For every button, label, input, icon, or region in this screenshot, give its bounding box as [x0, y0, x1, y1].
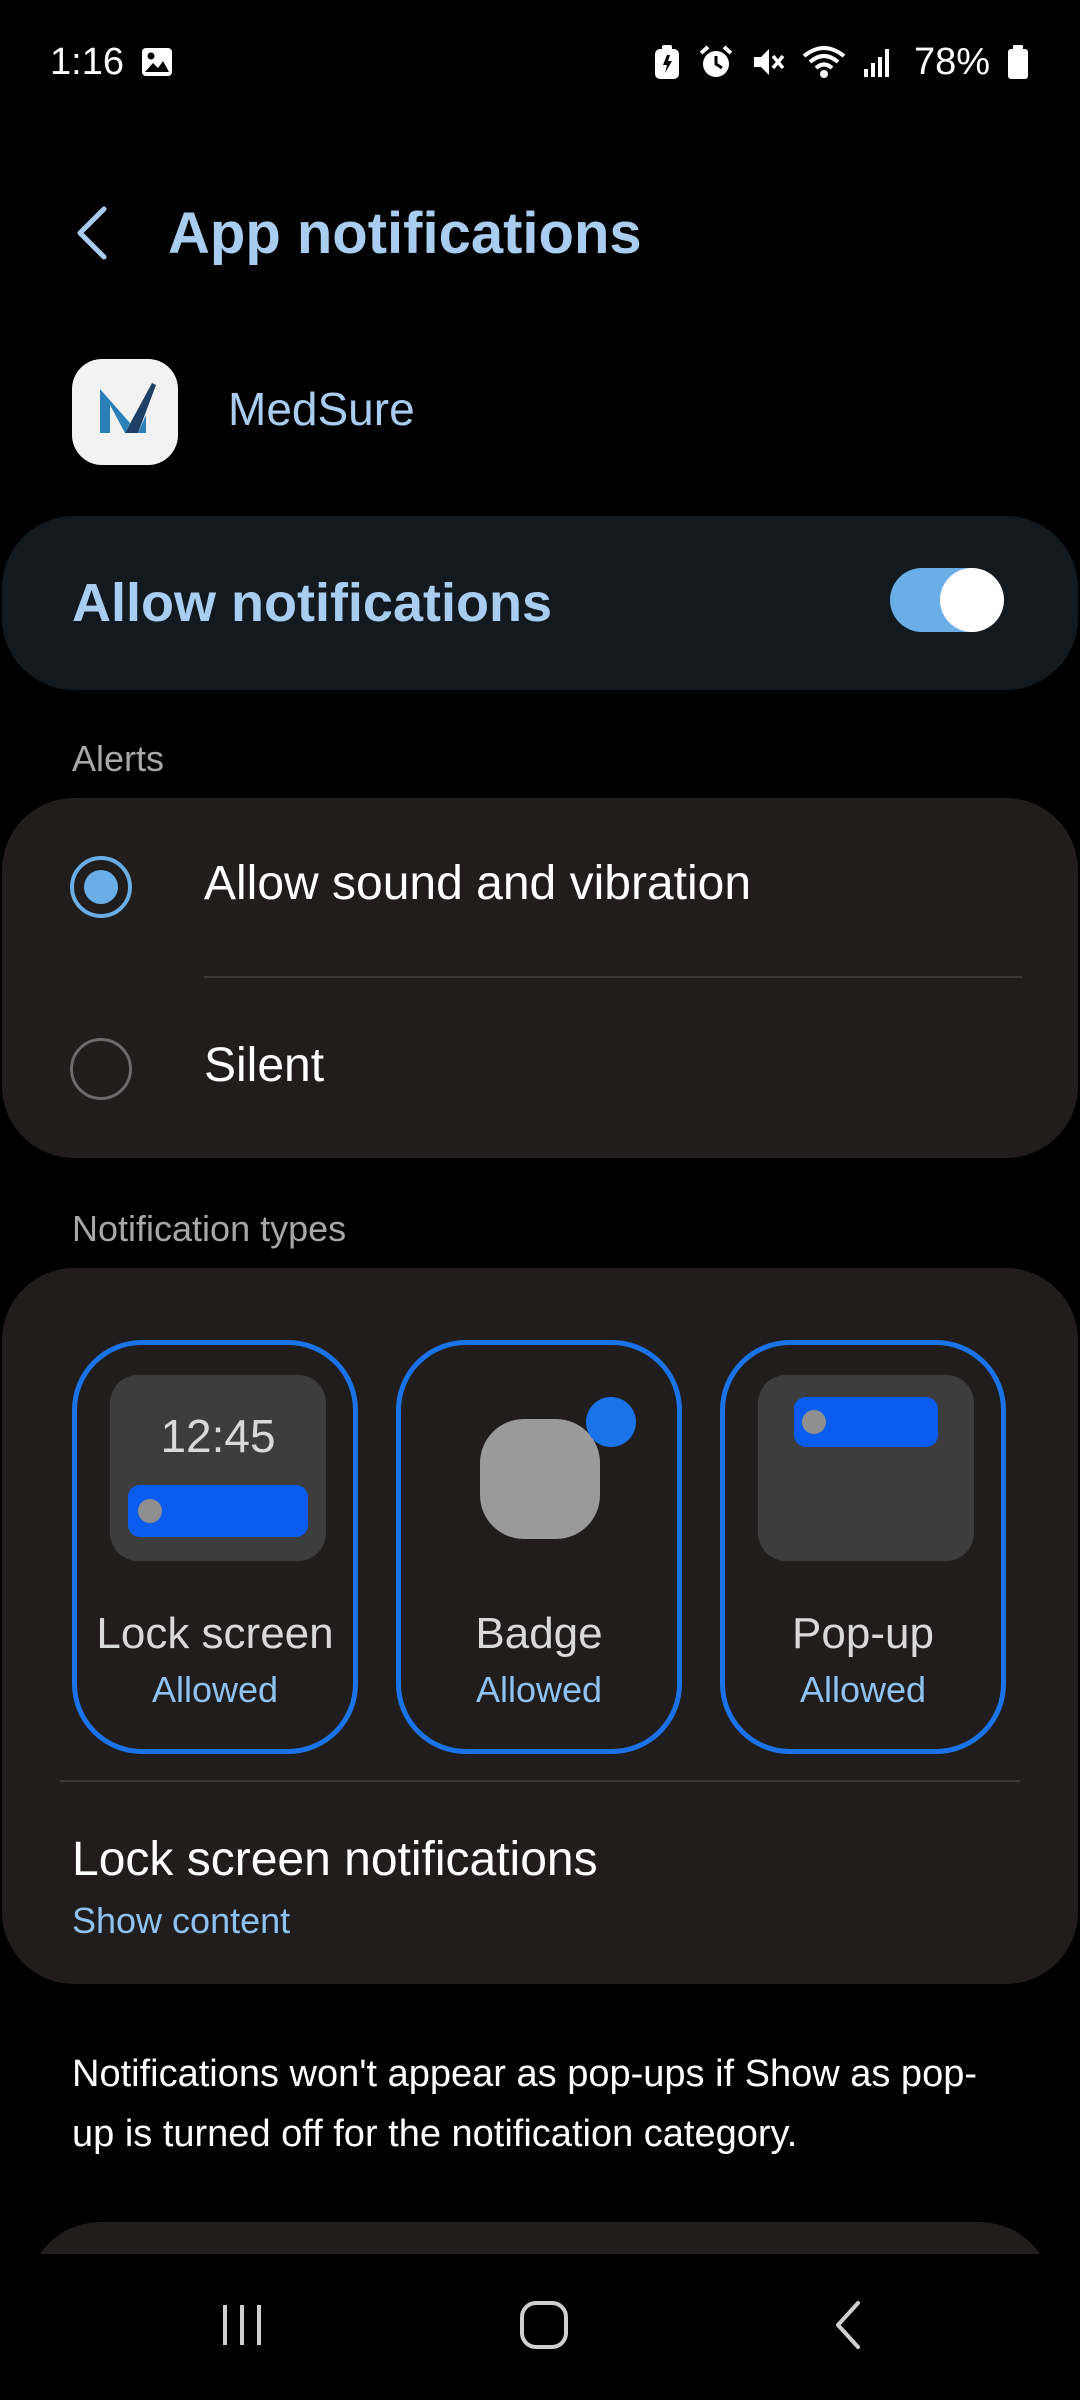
allow-notifications-row[interactable]: Allow notifications [2, 516, 1078, 690]
back-icon [828, 2299, 868, 2356]
badge-dot [586, 1397, 636, 1447]
popup-tile-status: Allowed [799, 1669, 927, 1710]
lock-screen-preview: 12:45 [110, 1375, 326, 1561]
app-icon [72, 359, 178, 465]
signal-icon [862, 45, 894, 79]
badge-preview [434, 1375, 650, 1561]
recents-button[interactable] [182, 2282, 302, 2372]
alert-option-sound-vibration[interactable]: Allow sound and vibration [2, 798, 1078, 978]
radio-silent[interactable] [70, 1038, 132, 1100]
status-time: 1:16 [50, 40, 124, 83]
navigation-bar [0, 2254, 1080, 2400]
allow-notifications-toggle[interactable] [890, 568, 1004, 632]
status-left: 1:16 [50, 41, 174, 84]
lock-screen-tile[interactable]: 12:45 Lock screen Allowed [72, 1340, 358, 1754]
app-info-row: MedSure [0, 356, 1080, 466]
notification-types-card: 12:45 Lock screen Allowed Badge Allowed [2, 1268, 1078, 1984]
lock-screen-preview-bar [128, 1485, 308, 1537]
toggle-knob [940, 568, 1004, 632]
popup-preview [758, 1375, 974, 1561]
lock-screen-preview-time: 12:45 [160, 1410, 276, 1462]
badge-app-shape [480, 1419, 600, 1539]
popup-tile[interactable]: Pop-up Allowed [720, 1340, 1006, 1754]
alert-option-label: Silent [204, 1039, 325, 1092]
alert-option-label: Allow sound and vibration [204, 857, 752, 910]
chevron-left-icon [72, 203, 112, 268]
mute-icon [750, 44, 786, 80]
alarm-icon [698, 44, 734, 80]
medsure-logo-icon [90, 375, 160, 450]
status-right: 78% [652, 41, 1030, 84]
battery-saver-icon [652, 43, 682, 81]
app-notifications-screen: 1:16 78% App notifications MedSure Allow… [0, 0, 1080, 2400]
lock-screen-tile-status: Allowed [151, 1669, 279, 1710]
status-bar: 1:16 78% [0, 0, 1080, 124]
popup-footnote: Notifications won't appear as pop-ups if… [72, 2053, 977, 2155]
preview-dot [802, 1410, 826, 1434]
notification-types-header: Notification types [72, 1208, 347, 1249]
preview-dot [138, 1499, 162, 1523]
battery-icon [1006, 44, 1030, 80]
allow-notifications-label: Allow notifications [72, 573, 552, 633]
popup-preview-bar [794, 1397, 938, 1447]
lock-screen-notifications-title: Lock screen notifications [72, 1833, 598, 1886]
lock-screen-notifications-row[interactable]: Lock screen notifications Show content [2, 1782, 1078, 1982]
home-icon [518, 2299, 570, 2356]
badge-tile-label: Badge [475, 1609, 603, 1658]
nav-back-button[interactable] [788, 2282, 908, 2372]
home-button[interactable] [484, 2282, 604, 2372]
recents-icon [217, 2301, 267, 2354]
alert-option-silent[interactable]: Silent [2, 978, 1078, 1158]
page-title: App notifications [168, 201, 642, 266]
wifi-icon [802, 44, 846, 80]
back-button[interactable] [62, 202, 122, 268]
app-name: MedSure [228, 383, 415, 435]
popup-tile-label: Pop-up [792, 1609, 934, 1658]
alerts-section-header: Alerts [72, 738, 165, 779]
battery-percent: 78% [913, 40, 990, 83]
image-icon [140, 45, 174, 79]
badge-tile[interactable]: Badge Allowed [396, 1340, 682, 1754]
alerts-card: Allow sound and vibration Silent [2, 798, 1078, 1158]
header: App notifications [0, 190, 1080, 280]
lock-screen-tile-label: Lock screen [96, 1609, 334, 1658]
lock-screen-notifications-value: Show content [72, 1900, 291, 1941]
badge-tile-status: Allowed [475, 1669, 603, 1710]
radio-sound-vibration[interactable] [70, 856, 132, 918]
radio-dot [84, 870, 118, 904]
